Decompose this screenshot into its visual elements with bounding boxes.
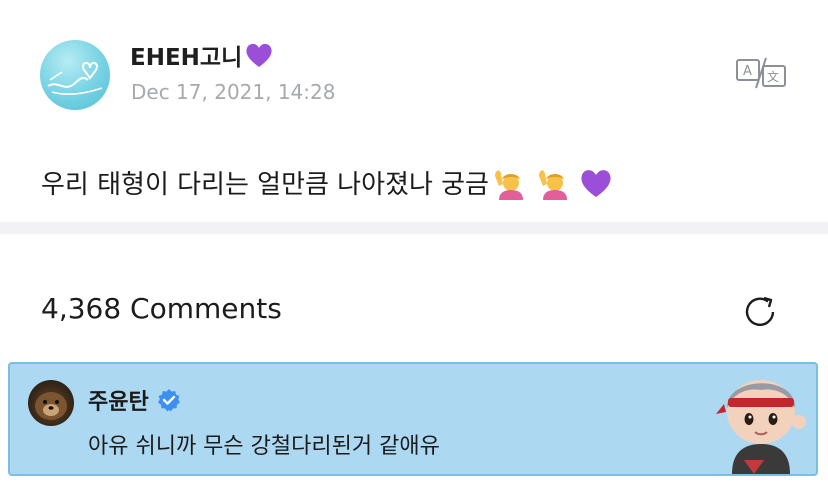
dog-photo-icon — [35, 392, 67, 420]
commenter-name-text: 주윤탄 — [88, 390, 149, 415]
comments-count: 4,368 Comments — [41, 292, 282, 325]
character-sticker-icon — [716, 380, 806, 474]
highlighted-comment[interactable]: 주윤탄 아유 쉬니까 무슨 강철다리된거 같애유 — [8, 362, 818, 476]
author-avatar[interactable] — [40, 40, 110, 110]
post-body-text: 우리 태형이 다리는 얼만큼 나아졌나 궁금 — [41, 170, 489, 200]
purple-heart-icon — [246, 43, 272, 67]
commenter-name[interactable]: 주윤탄 — [88, 384, 181, 416]
post-body: 우리 태형이 다리는 얼만큼 나아졌나 궁금 — [41, 164, 613, 201]
comment-text: 아유 쉬니까 무슨 강철다리된거 같애유 — [88, 434, 440, 459]
person-raising-hand-emoji-icon — [494, 169, 523, 200]
verified-badge-icon — [157, 389, 180, 412]
section-divider — [0, 222, 828, 234]
translate-icon[interactable]: A 文 — [736, 56, 786, 90]
purple-heart-emoji-icon — [581, 169, 611, 197]
avatar-doodle-icon — [47, 62, 103, 95]
person-raising-hand-emoji-icon — [538, 169, 567, 200]
author-name[interactable]: EHEH고니 — [130, 38, 274, 72]
post-card: EHEH고니 Dec 17, 2021, 14:28 A 文 우리 태형이 다리… — [0, 0, 828, 222]
commenter-avatar[interactable] — [28, 380, 74, 426]
svg-text:文: 文 — [767, 69, 779, 84]
refresh-icon[interactable] — [740, 292, 780, 332]
svg-text:A: A — [743, 64, 752, 79]
post-date: Dec 17, 2021, 14:28 — [131, 80, 336, 104]
author-name-text: EHEH고니 — [130, 45, 243, 71]
